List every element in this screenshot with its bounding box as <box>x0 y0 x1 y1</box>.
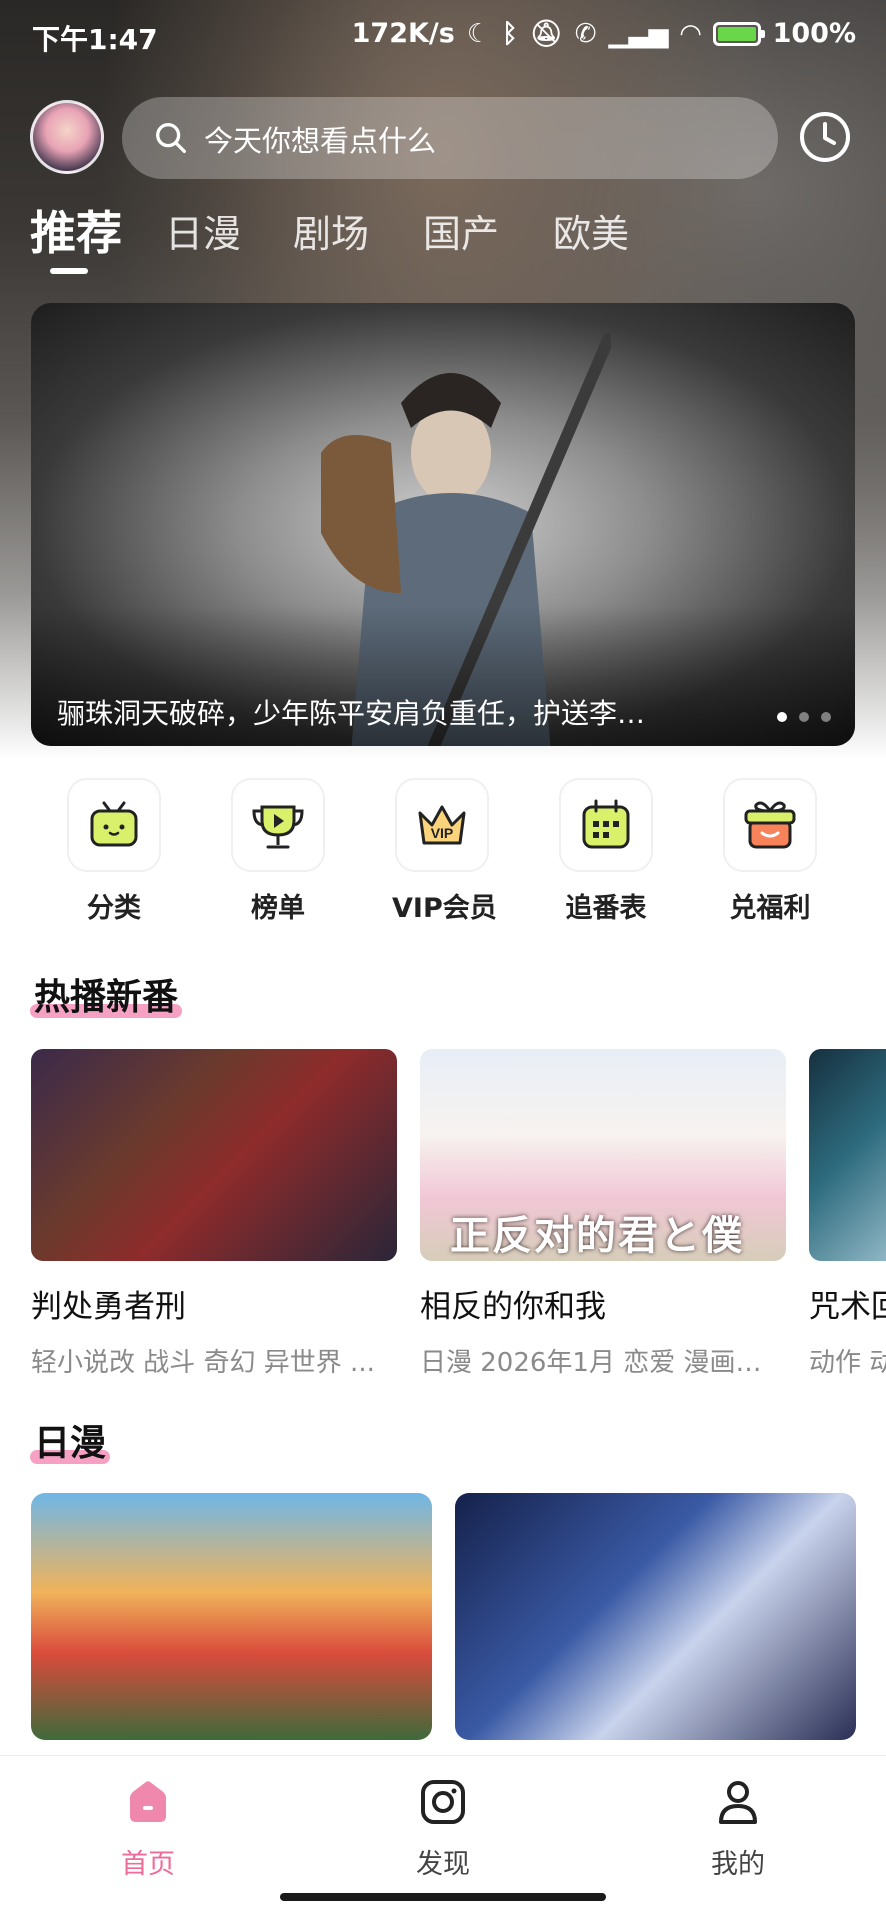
history-icon[interactable] <box>797 109 853 165</box>
anime-card[interactable]: 咒术回 动作 动 <box>809 1049 886 1379</box>
nav-profile[interactable]: 我的 <box>663 1776 813 1881</box>
camera-icon <box>421 1780 465 1824</box>
status-time: 下午1:47 <box>32 23 158 56</box>
anime-thumbnail: 正反对的君と僕 <box>420 1049 786 1261</box>
calendar-icon <box>582 799 630 849</box>
quick-entry-rewards[interactable]: 兑福利 <box>720 778 820 925</box>
tab-japanese-anime[interactable]: 日漫 <box>165 203 241 258</box>
anime-tags: 动作 动 <box>809 1348 886 1378</box>
status-bar: 下午1:47 172K/s ☾ ᛒ 🔕︎ ✆ ▁▃▅ ◠ 100% <box>0 0 886 78</box>
quick-entry-ranking[interactable]: 榜单 <box>228 778 328 925</box>
status-icons: 172K/s ☾ ᛒ 🔕︎ ✆ ▁▃▅ ◠ 100% <box>352 18 856 49</box>
tab-theater[interactable]: 剧场 <box>293 203 369 258</box>
quick-entry-label: 兑福利 <box>729 893 811 924</box>
tv-icon <box>90 801 138 847</box>
call-icon: ✆ <box>574 18 597 49</box>
quick-entry-label: 分类 <box>87 893 141 924</box>
pager-dot <box>777 712 787 722</box>
tab-recommend[interactable]: 推荐 <box>30 197 122 263</box>
quick-entry-icon-box <box>67 778 161 872</box>
anime-card[interactable]: 正反对的君と僕 相反的你和我 日漫 2026年1月 恋爱 漫画… <box>420 1049 786 1379</box>
network-speed: 172K/s <box>351 18 455 49</box>
trophy-play-icon <box>252 805 304 849</box>
pager-dot <box>799 712 809 722</box>
nav-label: 我的 <box>711 1849 765 1880</box>
quick-entry-icon-box <box>231 778 325 872</box>
anime-title: 咒术回 <box>809 1289 886 1325</box>
quick-entry-label: 榜单 <box>251 893 305 924</box>
section-title-text: 日漫 <box>34 1423 107 1464</box>
tab-western[interactable]: 欧美 <box>553 203 629 258</box>
quick-entry-vip[interactable]: VIP VIP会员 <box>392 778 497 925</box>
gift-icon <box>744 801 796 849</box>
quick-entry-schedule[interactable]: 追番表 <box>556 778 656 925</box>
signal-icon: ▁▃▅ <box>608 18 669 49</box>
thumbnail-logo-text: 正反对的君と僕 <box>450 1213 744 1259</box>
nav-label: 发现 <box>416 1849 470 1880</box>
gesture-home-bar[interactable] <box>280 1893 606 1901</box>
vip-crown-icon: VIP <box>418 805 466 845</box>
banner-pager <box>777 712 831 722</box>
quick-entry-label: 追番表 <box>565 893 647 924</box>
mute-bell-icon: 🔕︎ <box>529 18 563 49</box>
wifi-icon: ◠ <box>680 18 701 49</box>
section-title-japanese: 日漫 <box>30 1414 111 1466</box>
person-icon <box>719 1781 757 1824</box>
quick-entry-icon-box <box>559 778 653 872</box>
bluetooth-icon: ᛒ <box>502 18 518 49</box>
battery-level: 100% <box>772 18 856 49</box>
svg-text:VIP: VIP <box>431 825 454 841</box>
section-title-hot: 热播新番 <box>30 968 183 1020</box>
featured-banner[interactable]: 骊珠洞天破碎，少年陈平安肩负重任，护送李… <box>31 303 855 746</box>
quick-entry-category[interactable]: 分类 <box>64 778 164 925</box>
banner-caption: 骊珠洞天破碎，少年陈平安肩负重任，护送李… <box>57 697 646 730</box>
nav-home[interactable]: 首页 <box>73 1776 223 1881</box>
home-icon <box>130 1781 166 1822</box>
quick-entry-label: VIP会员 <box>392 893 497 924</box>
anime-card[interactable]: 判处勇者刑 轻小说改 战斗 奇幻 异世界 ... <box>31 1049 397 1379</box>
search-icon <box>156 123 186 153</box>
anime-title: 相反的你和我 <box>420 1289 606 1325</box>
anime-title: 判处勇者刑 <box>31 1289 186 1325</box>
nav-label: 首页 <box>121 1849 175 1880</box>
anime-tags: 轻小说改 战斗 奇幻 异世界 ... <box>31 1348 375 1378</box>
avatar[interactable] <box>30 100 104 174</box>
quick-entry-icon-box: VIP <box>395 778 489 872</box>
moon-icon: ☾ <box>466 18 491 49</box>
quick-entry-icon-box <box>723 778 817 872</box>
anime-thumbnail <box>809 1049 886 1261</box>
anime-tags: 日漫 2026年1月 恋爱 漫画… <box>420 1348 762 1378</box>
anime-poster[interactable] <box>31 1493 432 1740</box>
section-title-text: 热播新番 <box>34 977 179 1018</box>
anime-poster[interactable] <box>455 1493 856 1740</box>
pager-dot <box>821 712 831 722</box>
battery-icon <box>712 21 765 46</box>
tab-active-indicator <box>50 268 88 274</box>
search-bar[interactable]: 今天你想看点什么 <box>122 97 778 179</box>
tab-domestic[interactable]: 国产 <box>423 203 499 258</box>
anime-thumbnail <box>31 1049 397 1261</box>
search-placeholder: 今天你想看点什么 <box>204 124 437 158</box>
nav-discover[interactable]: 发现 <box>368 1776 518 1881</box>
